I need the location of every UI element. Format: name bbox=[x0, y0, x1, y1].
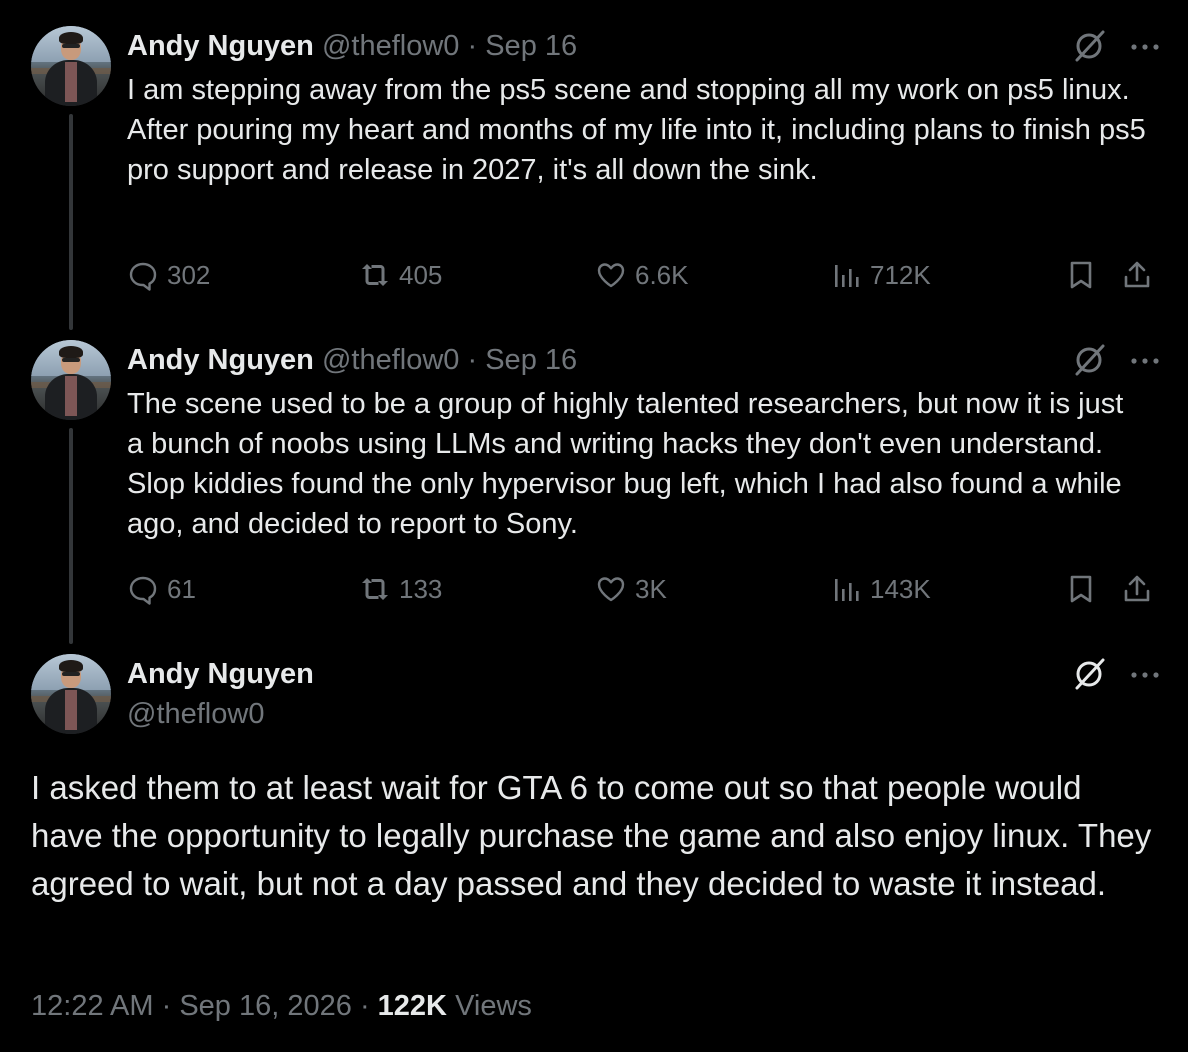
bookmark-button[interactable] bbox=[1065, 255, 1097, 295]
views-total[interactable]: 122K bbox=[378, 990, 447, 1022]
tweet-text: The scene used to be a group of highly t… bbox=[127, 384, 1147, 544]
bookmark-button[interactable] bbox=[1065, 569, 1097, 609]
reply-button[interactable]: 61 bbox=[127, 569, 196, 609]
tweet-full-date[interactable]: Sep 16, 2026 bbox=[179, 990, 352, 1022]
repost-button[interactable]: 133 bbox=[359, 569, 442, 609]
bookmark-icon bbox=[1070, 261, 1092, 289]
views-label: Views bbox=[455, 990, 532, 1022]
share-button[interactable] bbox=[1121, 255, 1153, 295]
author-handle[interactable]: @theflow0 bbox=[127, 696, 264, 732]
avatar[interactable] bbox=[31, 654, 111, 734]
like-count: 3K bbox=[635, 573, 667, 604]
tweet-line: The scene used to be a group of highly t… bbox=[127, 388, 1124, 540]
grok-slash-icon[interactable] bbox=[1072, 29, 1106, 63]
tweet-line: After pouring my heart and months of my … bbox=[127, 114, 1146, 186]
tweet-date[interactable]: Sep 16 bbox=[485, 30, 577, 62]
grok-slash-icon[interactable] bbox=[1072, 657, 1106, 691]
share-icon bbox=[1124, 261, 1150, 288]
views-bars-icon bbox=[835, 579, 859, 601]
views-bars-icon bbox=[835, 265, 859, 287]
repost-count: 405 bbox=[399, 259, 443, 290]
heart-icon bbox=[597, 577, 625, 602]
repost-arrows-icon bbox=[362, 578, 388, 600]
share-icon bbox=[1124, 575, 1150, 602]
more-dots-icon[interactable] bbox=[1128, 665, 1162, 685]
reply-count: 61 bbox=[167, 573, 196, 604]
tweet-header: Andy Nguyen @theflow0 · Sep 16 bbox=[127, 28, 577, 64]
like-button[interactable]: 6.6K bbox=[595, 255, 689, 295]
views-count: 143K bbox=[870, 573, 931, 604]
repost-button[interactable]: 405 bbox=[359, 255, 442, 295]
author-handle[interactable]: @theflow0 bbox=[322, 30, 459, 62]
tweet-meta: 12:22 AM · Sep 16, 2026 · 122K Views bbox=[31, 986, 532, 1026]
tweet-line: I am stepping away from the ps5 scene an… bbox=[127, 74, 1130, 106]
tweet-text: I am stepping away from the ps5 scene an… bbox=[127, 70, 1147, 190]
thread-line bbox=[69, 428, 73, 644]
views-count: 712K bbox=[870, 259, 931, 290]
heart-icon bbox=[597, 263, 625, 288]
tweet-header: Andy Nguyen @theflow0 · Sep 16 bbox=[127, 342, 577, 378]
separator: · bbox=[467, 30, 478, 62]
repost-arrows-icon bbox=[362, 264, 388, 286]
reply-button[interactable]: 302 bbox=[127, 255, 210, 295]
author-name[interactable]: Andy Nguyen bbox=[127, 30, 314, 62]
views-button[interactable]: 143K bbox=[830, 569, 931, 609]
views-button[interactable]: 712K bbox=[830, 255, 931, 295]
thread-line bbox=[69, 114, 73, 330]
tweet-text: I asked them to at least wait for GTA 6 … bbox=[31, 764, 1161, 908]
grok-slash-icon[interactable] bbox=[1072, 343, 1106, 377]
like-count: 6.6K bbox=[635, 259, 689, 290]
separator: · bbox=[467, 344, 478, 376]
tweet-date[interactable]: Sep 16 bbox=[485, 344, 577, 376]
bookmark-icon bbox=[1070, 575, 1092, 603]
separator: · bbox=[161, 990, 172, 1022]
tweet-actions: 302 405 6.6K 712K bbox=[127, 255, 1167, 295]
repost-count: 133 bbox=[399, 573, 443, 604]
more-dots-icon[interactable] bbox=[1128, 37, 1162, 57]
separator: · bbox=[359, 990, 370, 1022]
author-handle[interactable]: @theflow0 bbox=[322, 344, 459, 376]
reply-bubble-icon bbox=[129, 262, 157, 291]
author-name[interactable]: Andy Nguyen bbox=[127, 655, 314, 693]
like-button[interactable]: 3K bbox=[595, 569, 667, 609]
tweet-body: I asked them to at least wait for GTA 6 … bbox=[31, 769, 1152, 902]
reply-bubble-icon bbox=[129, 576, 157, 605]
avatar[interactable] bbox=[31, 26, 111, 106]
share-button[interactable] bbox=[1121, 569, 1153, 609]
author-name[interactable]: Andy Nguyen bbox=[127, 344, 314, 376]
avatar[interactable] bbox=[31, 340, 111, 420]
tweet-actions: 61 133 3K 143K bbox=[127, 569, 1167, 609]
tweet-time[interactable]: 12:22 AM bbox=[31, 990, 154, 1022]
reply-count: 302 bbox=[167, 259, 211, 290]
more-dots-icon[interactable] bbox=[1128, 351, 1162, 371]
